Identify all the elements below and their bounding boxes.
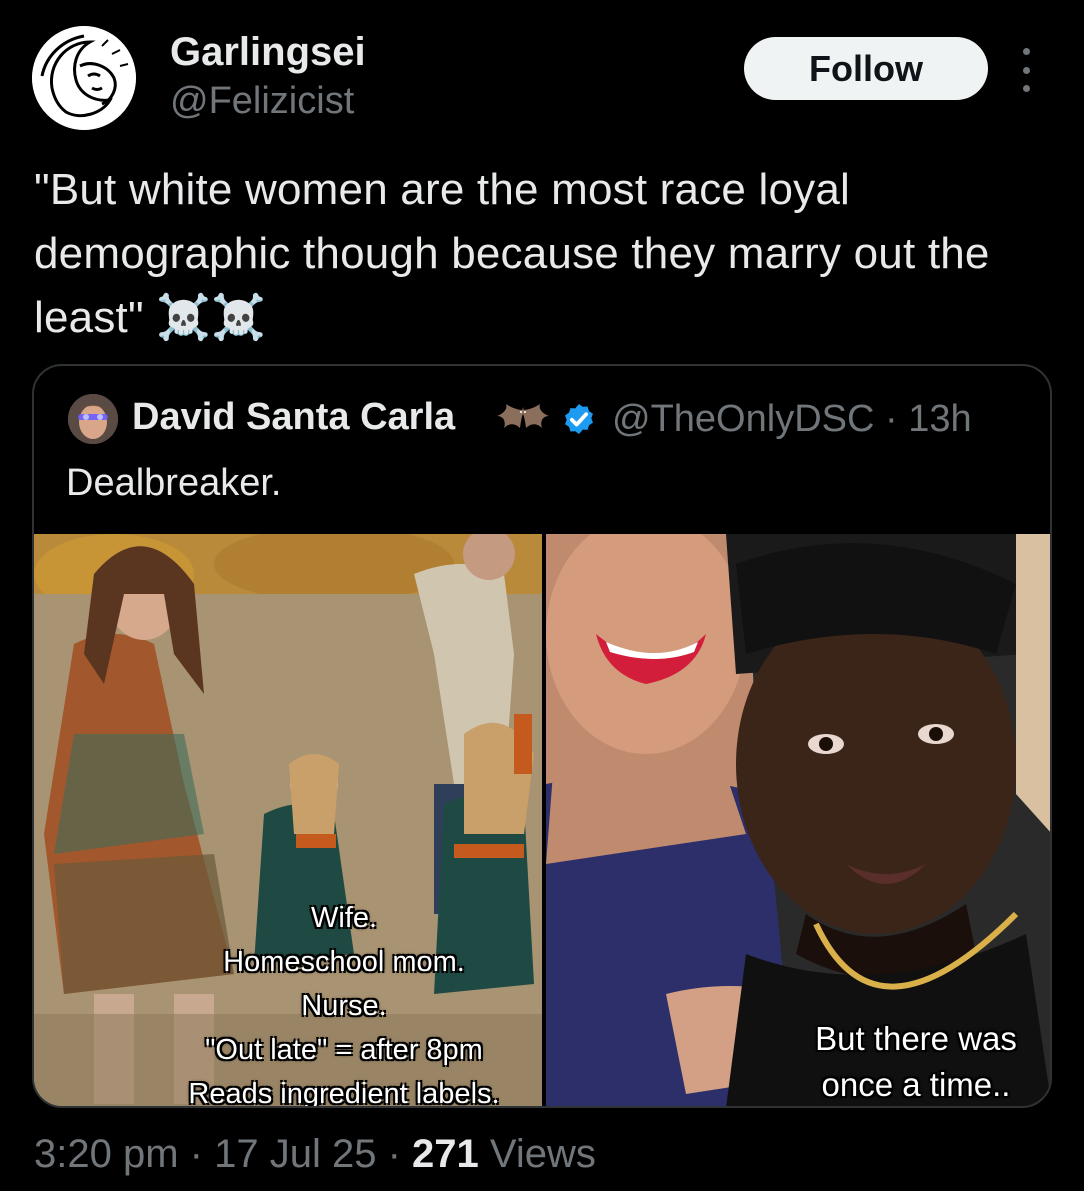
views-count[interactable]: 271 (412, 1132, 479, 1176)
quote-author-avatar[interactable] (68, 394, 118, 444)
quote-author-handle[interactable]: @TheOnlyDSC (612, 398, 874, 440)
author-display-name[interactable]: Garlingsei (170, 30, 366, 75)
caption-line: Wife. (310, 902, 378, 934)
verified-badge-icon (565, 403, 593, 435)
separator-dot: · (884, 398, 898, 440)
author-avatar[interactable] (32, 26, 136, 130)
quoted-tweet-card[interactable]: David Santa Carla @TheOnlyDSC · 13h Deal… (32, 364, 1052, 1108)
quote-time[interactable]: 13h (908, 398, 971, 440)
caption-line: Nurse. (301, 990, 387, 1022)
separator-dot: · (387, 1132, 401, 1176)
caption-line: once a time.. (821, 1066, 1011, 1103)
quote-meta: @TheOnlyDSC · 13h (612, 398, 972, 441)
left-image-caption: Wife. Homeschool mom. Nurse. "Out late" … (154, 896, 534, 1108)
caption-line: But there was (815, 1020, 1017, 1057)
tweet-timestamp-row: 3:20 pm · 17 Jul 25 · 271 Views (34, 1132, 596, 1177)
separator-dot: · (189, 1132, 203, 1176)
more-options-icon[interactable] (1012, 48, 1040, 92)
moon-face-icon (32, 26, 136, 130)
views-label: Views (489, 1132, 596, 1176)
follow-button[interactable]: Follow (744, 37, 988, 100)
bat-emoji-icon (497, 404, 549, 428)
quote-image-left[interactable]: Wife. Homeschool mom. Nurse. "Out late" … (34, 534, 542, 1108)
quote-author-display-name[interactable]: David Santa Carla (132, 396, 455, 439)
author-handle[interactable]: @Felizicist (170, 80, 354, 123)
quote-image-right[interactable]: But there was once a time.. (546, 534, 1050, 1106)
caption-line: Reads ingredient labels. (188, 1078, 500, 1108)
tweet-time[interactable]: 3:20 pm (34, 1132, 179, 1176)
quote-text: Dealbreaker. (66, 462, 282, 504)
tweet-text: "But white women are the most race loyal… (34, 165, 990, 342)
tweet-date[interactable]: 17 Jul 25 (214, 1132, 376, 1176)
caption-line: "Out late" = after 8pm (205, 1034, 483, 1066)
caption-line: Homeschool mom. (223, 946, 465, 978)
right-image-caption: But there was once a time.. (776, 1016, 1050, 1106)
